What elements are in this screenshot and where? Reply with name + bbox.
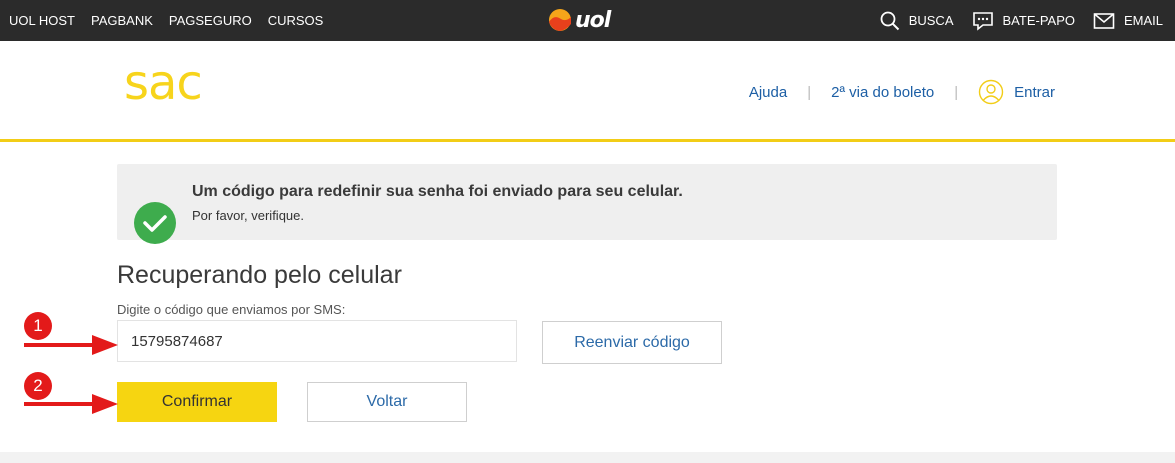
uol-logo[interactable]: uol xyxy=(548,6,611,34)
search-link[interactable]: BUSCA xyxy=(880,11,954,31)
back-button[interactable]: Voltar xyxy=(307,382,467,422)
success-notice: Um código para redefinir sua senha foi e… xyxy=(117,164,1057,244)
sac-logo[interactable]: sac xyxy=(124,59,203,107)
login-label: Entrar xyxy=(1014,83,1055,101)
search-label: BUSCA xyxy=(908,13,954,28)
help-link[interactable]: Ajuda xyxy=(749,84,787,101)
chat-bubble-icon xyxy=(972,11,993,31)
link-cursos[interactable]: CURSOS xyxy=(268,13,324,28)
boleto-link[interactable]: 2ª via do boleto xyxy=(831,84,934,101)
chat-label: BATE-PAPO xyxy=(1002,13,1075,28)
top-left-links: UOL HOST PAGBANK PAGSEGURO CURSOS xyxy=(9,0,323,41)
chat-link[interactable]: BATE-PAPO xyxy=(972,11,1075,31)
site-header: sac Ajuda | 2ª via do boleto | Entrar xyxy=(0,41,1175,142)
notice-title: Um código para redefinir sua senha foi e… xyxy=(192,183,683,200)
search-icon xyxy=(880,11,899,30)
check-icon xyxy=(134,202,176,244)
code-field-label: Digite o código que enviamos por SMS: xyxy=(117,302,346,317)
header-nav: Ajuda | 2ª via do boleto | Entrar xyxy=(749,79,1055,105)
email-label: EMAIL xyxy=(1123,13,1163,28)
envelope-icon xyxy=(1093,12,1115,29)
nav-separator: | xyxy=(807,83,812,101)
uol-sun-icon xyxy=(549,9,571,31)
page-title: Recuperando pelo celular xyxy=(117,261,402,289)
link-pagseguro[interactable]: PAGSEGURO xyxy=(169,13,252,28)
resend-code-button[interactable]: Reenviar código xyxy=(542,321,722,364)
annotation-arrow-2 xyxy=(24,394,118,414)
top-right-links: BUSCA BATE-PAPO EMAIL xyxy=(880,0,1163,41)
sms-code-input[interactable] xyxy=(117,320,517,362)
nav-separator: | xyxy=(954,83,959,101)
confirm-button[interactable]: Confirmar xyxy=(117,382,277,422)
link-pagbank[interactable]: PAGBANK xyxy=(91,13,153,28)
email-link[interactable]: EMAIL xyxy=(1093,12,1163,30)
annotation-arrow-1 xyxy=(24,335,118,355)
uol-logo-text: uol xyxy=(575,7,611,33)
footer-divider xyxy=(0,452,1175,463)
user-icon xyxy=(978,79,1004,105)
notice-subtitle: Por favor, verifique. xyxy=(192,208,304,223)
login-link[interactable]: Entrar xyxy=(978,79,1055,105)
link-uol-host[interactable]: UOL HOST xyxy=(9,13,75,28)
top-bar: UOL HOST PAGBANK PAGSEGURO CURSOS uol BU… xyxy=(0,0,1175,41)
